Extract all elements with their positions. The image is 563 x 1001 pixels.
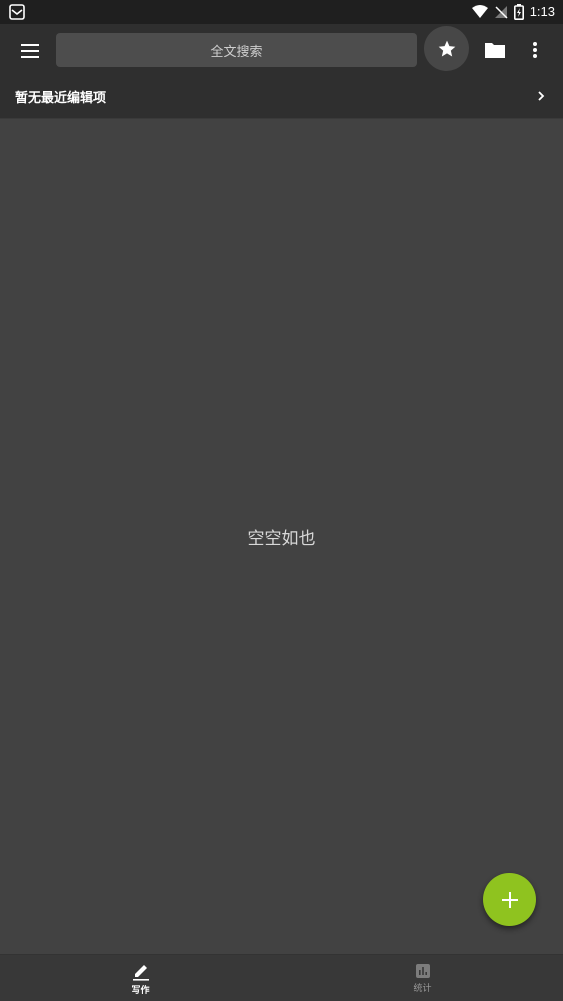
nav-stats[interactable]: 统计	[282, 955, 563, 1001]
clock: 1:13	[529, 4, 555, 19]
plus-icon	[501, 891, 518, 908]
more-options-icon[interactable]	[524, 38, 546, 62]
favorites-button[interactable]	[424, 26, 469, 71]
add-button[interactable]	[483, 873, 536, 926]
menu-icon[interactable]	[14, 37, 46, 65]
stats-icon	[415, 963, 430, 978]
bottom-nav: 写作 统计	[0, 954, 563, 1001]
search-placeholder: 全文搜索	[210, 44, 263, 60]
no-signal-icon	[494, 6, 508, 19]
star-icon	[438, 40, 455, 56]
pencil-icon	[132, 964, 149, 981]
nav-write-label: 写作	[131, 985, 150, 996]
wifi-icon	[471, 5, 488, 18]
status-right: 1:13	[471, 0, 555, 24]
nav-stats-label: 统计	[413, 983, 432, 994]
nav-write[interactable]: 写作	[0, 955, 281, 1001]
status-bar: 1:13	[0, 0, 563, 24]
recent-edits-row[interactable]: 暂无最近编辑项	[0, 78, 563, 119]
battery-charging-icon	[513, 4, 524, 20]
search-input[interactable]: 全文搜索	[56, 33, 417, 67]
folder-icon[interactable]	[482, 38, 508, 62]
empty-state-text: 空空如也	[247, 529, 316, 549]
app-bar: 全文搜索	[0, 24, 563, 78]
recent-edits-label: 暂无最近编辑项	[15, 91, 107, 106]
mail-notification-icon	[9, 4, 25, 20]
chevron-right-icon	[538, 91, 545, 101]
